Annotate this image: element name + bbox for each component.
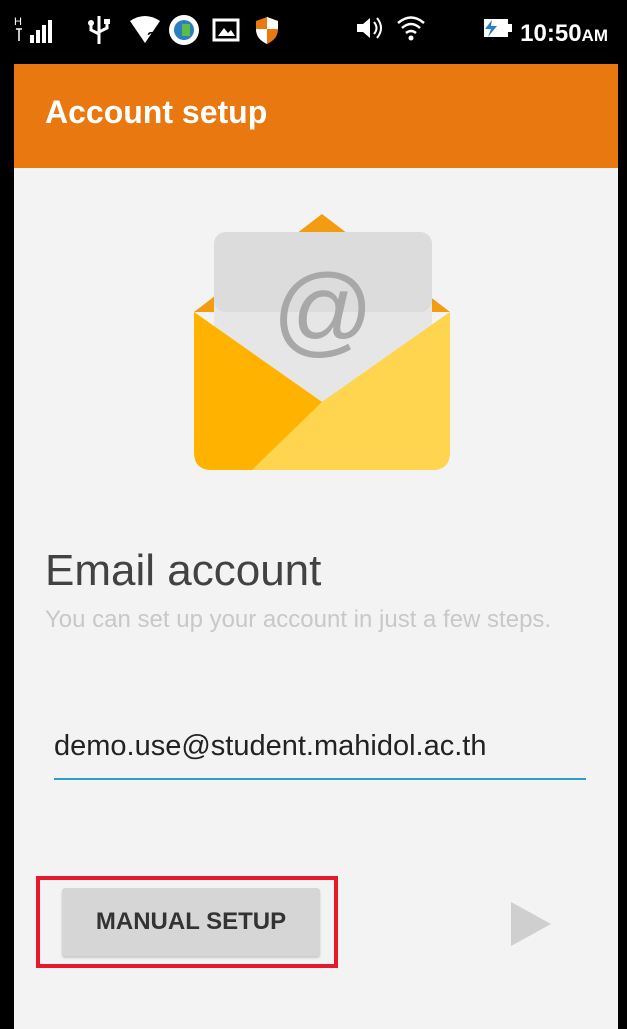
shield-icon	[254, 15, 280, 50]
phone-frame: H ? 10:50AM Account setup @ Email accoun…	[0, 0, 627, 1029]
status-bar: H ? 10:50AM	[14, 0, 618, 64]
clock-suffix: AM	[581, 26, 608, 45]
section-description: You can set up your account in just a fe…	[45, 606, 552, 633]
app-update-icon	[168, 14, 200, 51]
network-type-label: H	[14, 16, 22, 28]
page-title: Account setup	[45, 94, 268, 130]
battery-charging-icon	[470, 16, 514, 45]
volume-icon	[354, 14, 384, 47]
status-left: H ?	[14, 14, 280, 51]
usb-icon	[86, 14, 112, 51]
svg-text:@: @	[272, 254, 374, 366]
section-heading: Email account	[45, 546, 322, 595]
svg-text:?: ?	[147, 29, 155, 44]
manual-setup-button[interactable]: MANUAL SETUP	[62, 888, 320, 956]
signal-icon: H	[14, 15, 64, 50]
wifi-icon	[396, 14, 426, 47]
status-right-icons	[354, 14, 514, 47]
clock-time: 10:50	[520, 20, 582, 47]
clock: 10:50AM	[520, 20, 608, 48]
wifi-question-icon: ?	[128, 15, 162, 50]
email-envelope-icon: @	[192, 212, 452, 472]
main-content: @ Email account You can set up your acco…	[14, 168, 618, 1029]
image-icon	[212, 16, 240, 49]
next-arrow-icon[interactable]	[511, 902, 551, 946]
app-bar: Account setup	[14, 64, 618, 168]
email-field[interactable]: demo.use@student.mahidol.ac.th	[54, 730, 586, 780]
